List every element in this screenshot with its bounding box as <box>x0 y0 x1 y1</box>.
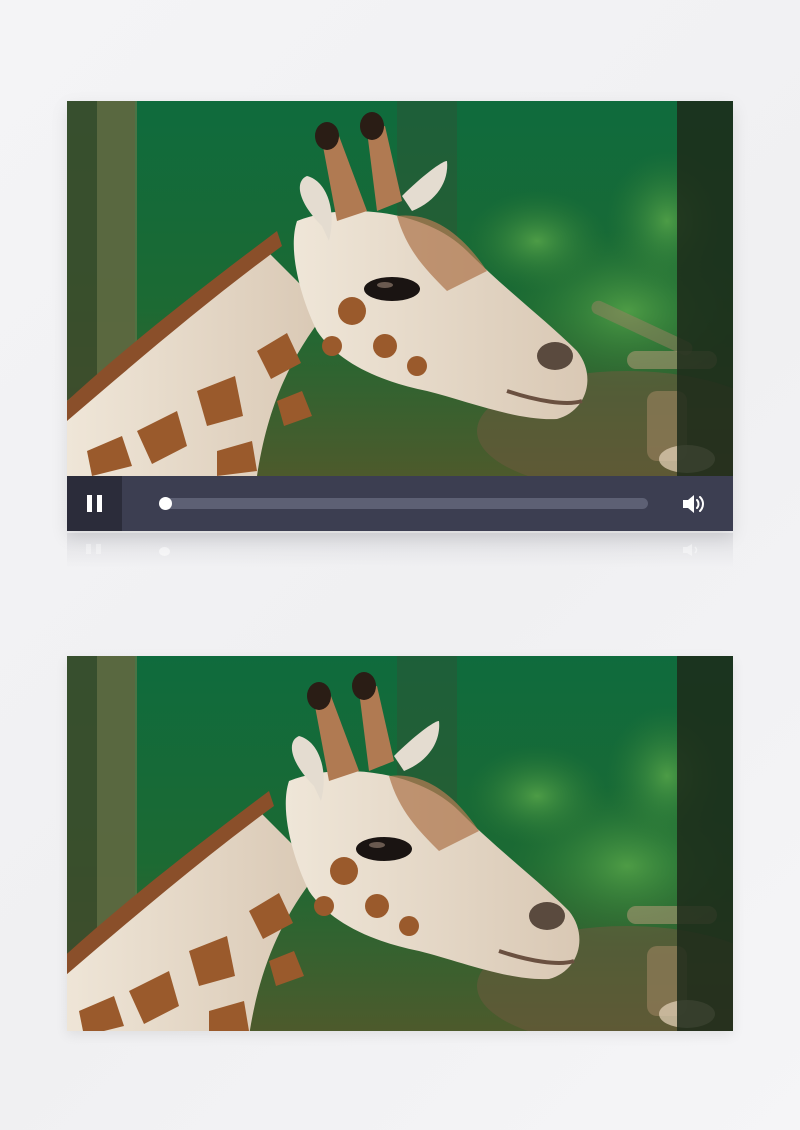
speaker-volume-icon <box>683 495 704 513</box>
speaker-icon-reflection <box>681 543 705 562</box>
progress-track[interactable] <box>159 497 648 510</box>
giraffe-still-image <box>67 656 733 1031</box>
video-player[interactable] <box>67 101 733 531</box>
pause-button[interactable] <box>67 476 122 531</box>
knob-reflection <box>159 547 170 556</box>
video-still-frame <box>67 656 733 1031</box>
giraffe-video-image <box>67 101 733 476</box>
progress-knob[interactable] <box>159 497 172 510</box>
pause-icon <box>87 495 102 512</box>
control-bar-reflection <box>67 533 733 567</box>
player-control-bar <box>67 476 733 531</box>
pause-icon-reflection <box>86 544 101 554</box>
volume-button[interactable] <box>679 490 707 518</box>
video-frame[interactable] <box>67 101 733 476</box>
